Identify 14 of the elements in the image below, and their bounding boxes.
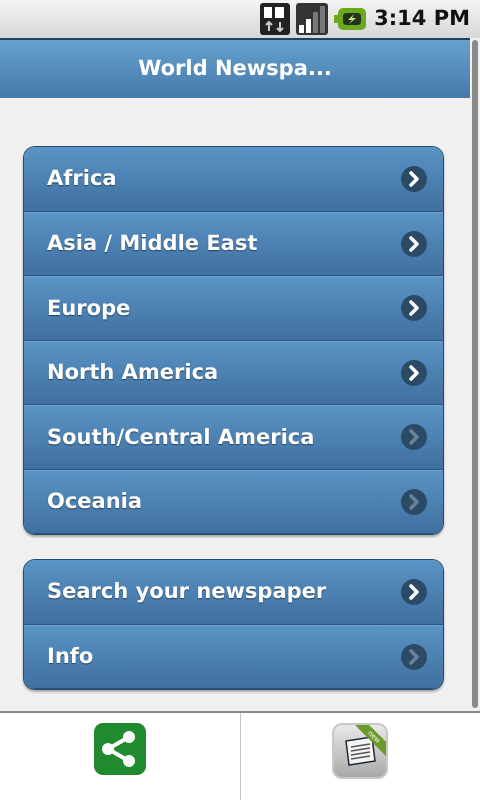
menu-item[interactable]: Search your newspaper <box>24 560 443 624</box>
share-icon[interactable] <box>94 723 146 775</box>
menu-item[interactable]: Asia / Middle East <box>24 212 443 276</box>
header-title: World Newspa... <box>138 55 332 82</box>
menu-item[interactable]: North America <box>24 340 443 405</box>
3g-data-icon <box>260 3 290 35</box>
menu-item[interactable]: Oceania <box>24 470 443 534</box>
battery-charging-icon <box>334 8 366 30</box>
menu-item[interactable]: South/Central America <box>24 405 443 470</box>
menu-item[interactable]: Africa <box>24 147 443 212</box>
signal-icon <box>296 3 328 35</box>
menu-item[interactable]: Europe <box>24 276 443 340</box>
menu-item[interactable]: Info <box>24 624 443 689</box>
clock: 3:14 PM <box>374 5 470 32</box>
